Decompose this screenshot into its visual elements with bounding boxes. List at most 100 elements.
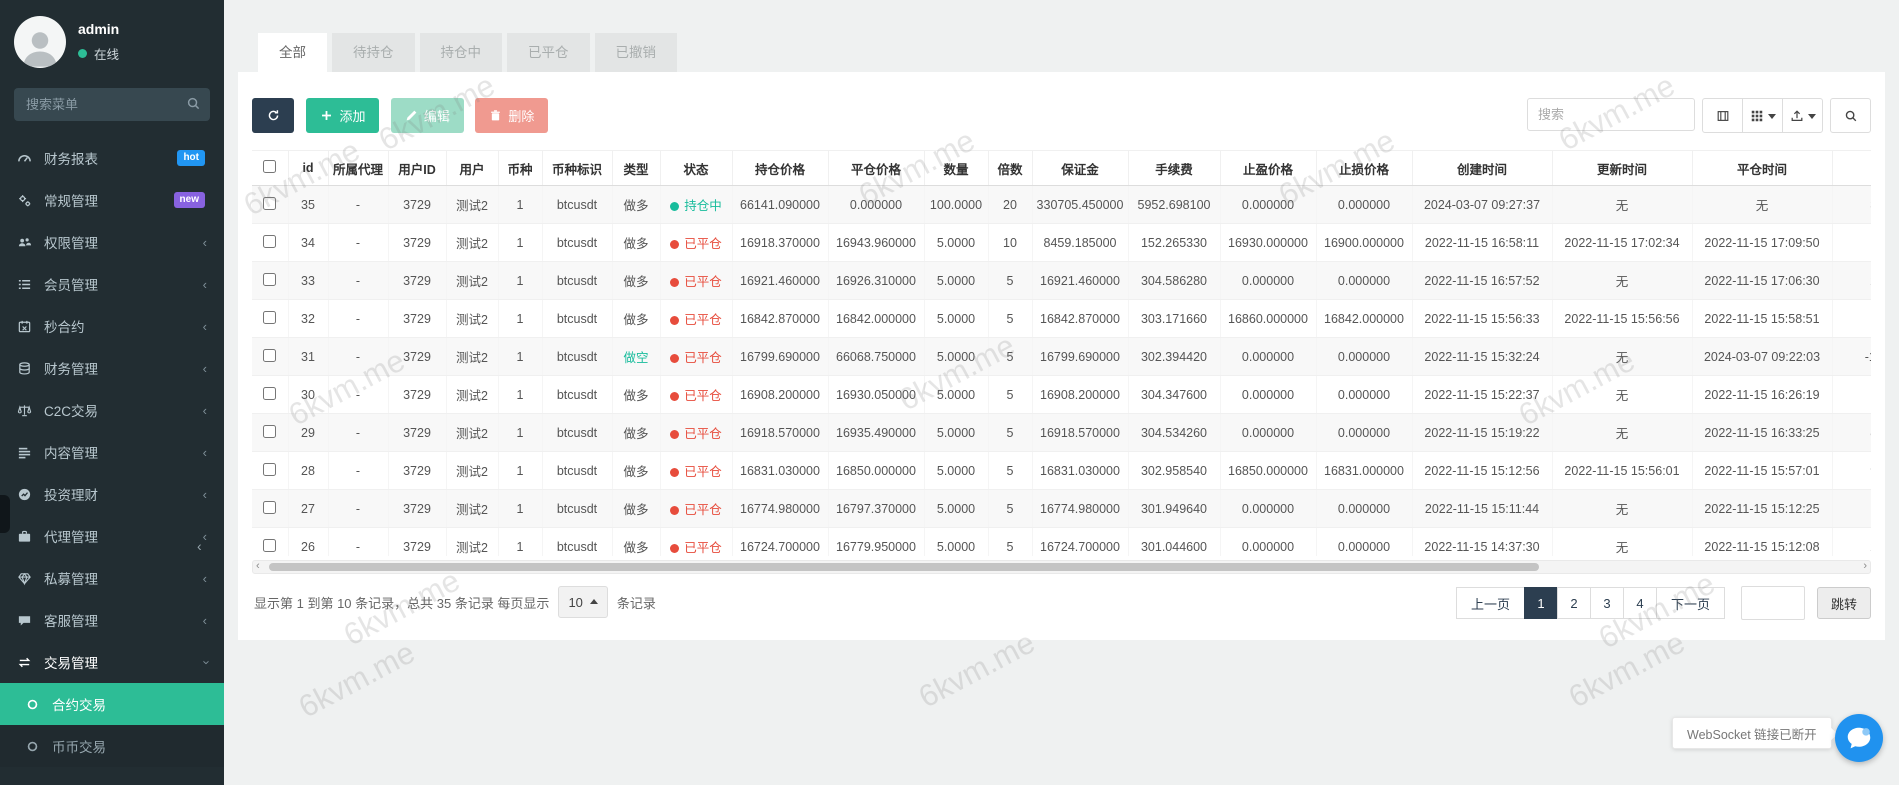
- add-button[interactable]: 添加: [306, 98, 379, 133]
- sidebar-item-4[interactable]: 秒合约‹: [0, 305, 224, 347]
- export-button[interactable]: [1782, 98, 1823, 133]
- cell-closed_at: 2022-11-15 15:57:01: [1692, 452, 1832, 490]
- page-number-button-2[interactable]: 2: [1557, 587, 1591, 619]
- cell-created_at: 2022-11-15 15:22:37: [1412, 376, 1552, 414]
- scroll-left-arrow-icon[interactable]: ‹: [256, 560, 260, 573]
- sidebar-item-10[interactable]: 私募管理‹: [0, 557, 224, 599]
- tab-1[interactable]: 待持仓: [332, 33, 415, 72]
- sidebar-item-5[interactable]: 财务管理‹: [0, 347, 224, 389]
- sidebar-search-input[interactable]: [14, 88, 210, 121]
- caret-down-icon: [1768, 113, 1776, 119]
- page-number-button-4[interactable]: 4: [1623, 587, 1657, 619]
- refresh-button[interactable]: [252, 98, 294, 133]
- cell-pl: 24: [1832, 262, 1871, 300]
- row-checkbox[interactable]: [263, 501, 276, 514]
- row-checkbox[interactable]: [263, 273, 276, 286]
- user-status-label: 在线: [94, 44, 119, 63]
- cell-uid: 3729: [388, 490, 446, 528]
- row-checkbox[interactable]: [263, 463, 276, 476]
- sidebar-item-8[interactable]: 投资理财‹: [0, 473, 224, 515]
- column-header-updated_at: 更新时间: [1552, 151, 1692, 186]
- row-checkbox[interactable]: [263, 349, 276, 362]
- sidebar-item-label: 投资理财: [44, 484, 98, 504]
- tab-0[interactable]: 全部: [258, 33, 327, 75]
- cell-sl_price: 0.000000: [1316, 490, 1412, 528]
- row-checkbox[interactable]: [263, 235, 276, 248]
- cell-created_at: 2022-11-15 14:37:30: [1412, 528, 1552, 557]
- dashboard-icon: [15, 151, 34, 166]
- column-header-closed_at: 平仓时间: [1692, 151, 1832, 186]
- sidebar-item-11[interactable]: 客服管理‹: [0, 599, 224, 641]
- edge-handle[interactable]: [0, 495, 10, 533]
- sidebar-collapse-arrow[interactable]: ‹: [197, 538, 202, 554]
- edit-button[interactable]: 编辑: [391, 98, 464, 133]
- row-checkbox[interactable]: [263, 387, 276, 400]
- page-number-button-3[interactable]: 3: [1590, 587, 1624, 619]
- avatar: [14, 16, 66, 68]
- search-icon[interactable]: [186, 96, 201, 111]
- page-size-dropdown[interactable]: 10: [558, 586, 607, 618]
- table-search-input[interactable]: [1527, 98, 1695, 131]
- sidebar-item-12[interactable]: 交易管理‹: [0, 641, 224, 683]
- advanced-search-button[interactable]: [1830, 98, 1871, 133]
- scrollbar-thumb[interactable]: [269, 563, 1539, 571]
- row-checkbox[interactable]: [263, 197, 276, 210]
- chat-button[interactable]: [1835, 714, 1883, 762]
- jump-button[interactable]: 跳转: [1817, 587, 1871, 619]
- columns-button[interactable]: [1742, 98, 1783, 133]
- column-header-created_at: 创建时间: [1412, 151, 1552, 186]
- next-page-button[interactable]: 下一页: [1656, 587, 1725, 619]
- cell-updated_at: 无: [1552, 376, 1692, 414]
- sidebar-item-7[interactable]: 内容管理‹: [0, 431, 224, 473]
- jump-page-input[interactable]: [1741, 586, 1805, 620]
- new-badge: new: [174, 192, 205, 208]
- cell-pl: 10: [1832, 376, 1871, 414]
- status-dot-icon: [670, 278, 679, 287]
- column-header-sl_price: 止损价格: [1316, 151, 1412, 186]
- sidebar-item-1[interactable]: 常规管理new: [0, 179, 224, 221]
- cell-tp_price: 0.000000: [1220, 490, 1316, 528]
- cell-coin: 1: [498, 262, 542, 300]
- sidebar-item-9[interactable]: 代理管理‹: [0, 515, 224, 557]
- cell-id: 32: [288, 300, 328, 338]
- tab-4[interactable]: 已撤销: [595, 33, 678, 72]
- sidebar-item-6[interactable]: C2C交易‹: [0, 389, 224, 431]
- cell-coin: 1: [498, 490, 542, 528]
- column-header-status: 状态: [660, 151, 732, 186]
- horizontal-scrollbar[interactable]: ‹ ›: [252, 560, 1871, 574]
- sidebar-subitem-1[interactable]: 币币交易: [0, 725, 224, 767]
- cell-sl_price: 0.000000: [1316, 338, 1412, 376]
- toolbar-right: [1527, 98, 1871, 133]
- cell-user: 测试2: [446, 452, 498, 490]
- sidebar-item-0[interactable]: 财务报表hot: [0, 137, 224, 179]
- scroll-right-arrow-icon[interactable]: ›: [1863, 560, 1867, 573]
- sidebar-item-2[interactable]: 权限管理‹: [0, 221, 224, 263]
- column-header-checkbox: [252, 151, 288, 186]
- cell-leverage: 5: [988, 490, 1032, 528]
- table-header-row: id所属代理用户ID用户币种币种标识类型状态持仓价格平仓价格数量倍数保证金手续费…: [252, 151, 1871, 186]
- cell-created_at: 2022-11-15 16:57:52: [1412, 262, 1552, 300]
- sidebar-subitem-0[interactable]: 合约交易: [0, 683, 224, 725]
- cell-tp_price: 16930.000000: [1220, 224, 1316, 262]
- page-number-button-1[interactable]: 1: [1524, 587, 1558, 619]
- page-numbers: 1234: [1525, 587, 1657, 619]
- pagination-summary-prefix: 显示第 1 到第 10 条记录，总共 35 条记录 每页显示: [254, 593, 549, 612]
- cell-leverage: 5: [988, 376, 1032, 414]
- chevron-left-icon: ‹: [203, 613, 207, 628]
- row-checkbox[interactable]: [263, 311, 276, 324]
- sidebar-item-3[interactable]: 会员管理‹: [0, 263, 224, 305]
- column-header-amount: 数量: [924, 151, 988, 186]
- tab-3[interactable]: 已平仓: [507, 33, 590, 72]
- row-checkbox[interactable]: [263, 425, 276, 438]
- toggle-view-button[interactable]: [1702, 98, 1743, 133]
- prev-page-button[interactable]: 上一页: [1456, 587, 1525, 619]
- status-dot-icon: [670, 430, 679, 439]
- person-icon: [18, 24, 62, 68]
- delete-button[interactable]: 删除: [475, 98, 548, 133]
- tab-2[interactable]: 持仓中: [420, 33, 503, 72]
- select-all-checkbox[interactable]: [263, 160, 276, 173]
- cell-status: 已平仓: [660, 262, 732, 300]
- export-icon: [1790, 109, 1804, 123]
- row-checkbox[interactable]: [263, 539, 276, 552]
- cell-fee: 302.394420: [1128, 338, 1220, 376]
